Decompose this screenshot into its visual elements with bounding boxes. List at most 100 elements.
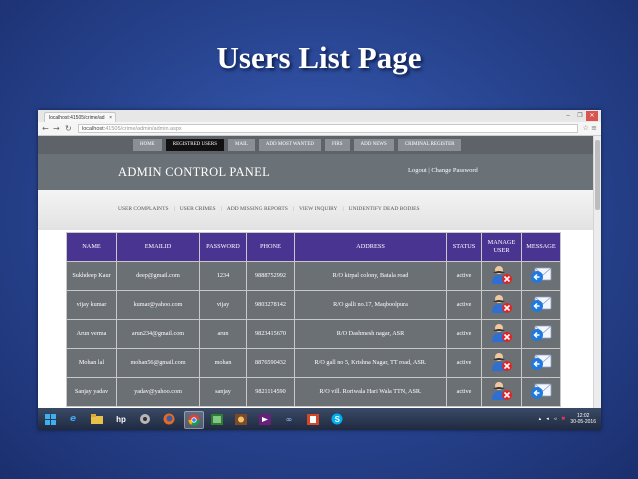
table-row: vijay kumar kumar@yahoo.com vijay 980327… xyxy=(66,290,561,320)
scrollbar-thumb[interactable] xyxy=(595,140,600,210)
clock-date: 30-05-2016 xyxy=(570,419,596,425)
manage-user-cell xyxy=(481,290,522,320)
logout-link[interactable]: Logout xyxy=(408,167,427,174)
url-path: 41505/crime/admin/admin.aspx xyxy=(105,126,182,132)
manage-user-cell xyxy=(481,319,522,349)
nav-add-most-wanted[interactable]: ADD MOST WANTED xyxy=(258,139,321,151)
skype-icon[interactable]: S xyxy=(328,411,346,427)
reply-message-icon[interactable] xyxy=(530,295,552,316)
cell-status: active xyxy=(446,319,482,349)
bookmark-star-icon[interactable]: ☆ ≡ xyxy=(583,123,597,134)
cell-password: sanjay xyxy=(199,377,247,407)
photos-icon[interactable] xyxy=(208,411,226,427)
address-bar: ← → ↻ localhost:41505/crime/admin/admin.… xyxy=(38,122,601,136)
nav-registered-users[interactable]: REGISTRED USERS xyxy=(165,139,225,151)
minimize-icon[interactable]: – xyxy=(562,111,574,121)
col-header-phone: PHONE xyxy=(246,232,295,262)
media-player-icon[interactable] xyxy=(136,411,154,427)
cell-address: R/O gall no 5, Krishna Nagar, TT road, A… xyxy=(294,348,447,378)
users-table: NAME EMAILID PASSWORD PHONE ADDRESS STAT… xyxy=(66,232,561,407)
hp-icon[interactable]: hp xyxy=(112,411,130,427)
reply-message-icon[interactable] xyxy=(530,266,552,287)
nav-criminal-register[interactable]: CRIMINAL REGISTER xyxy=(397,139,462,151)
manage-user-cell xyxy=(481,377,522,407)
internet-explorer-icon[interactable]: e xyxy=(64,411,82,427)
subnav-separator: | xyxy=(220,206,222,212)
subnav-user-complaints[interactable]: USER COMPLAINTS xyxy=(118,206,169,212)
browser-tab[interactable]: localhost:41505/crime/ad × xyxy=(44,112,116,122)
cell-address: R/O Dashmesh nagar, ASR xyxy=(294,319,447,349)
col-header-password: PASSWORD xyxy=(199,232,247,262)
visual-studio-icon[interactable] xyxy=(256,411,274,427)
clock[interactable]: 12:02 30-05-2016 xyxy=(570,413,596,425)
powerpoint-icon[interactable] xyxy=(304,411,322,427)
cell-email: arun234@gmail.com xyxy=(116,319,200,349)
subnav-separator: | xyxy=(342,206,344,212)
reply-message-icon[interactable] xyxy=(530,324,552,345)
subnav-unidentify-dead-bodies[interactable]: UNIDENTIFY DEAD BODIES xyxy=(349,206,420,212)
system-tray: ▴ ◂ ◃ ✖ 12:02 30-05-2016 xyxy=(539,411,596,427)
change-password-link[interactable]: Change Password xyxy=(431,167,477,174)
subnav-user-crimes[interactable]: USER CRIMES xyxy=(180,206,216,212)
subnav-view-inquiry[interactable]: VIEW INQUIRY xyxy=(299,206,338,212)
reply-message-icon[interactable] xyxy=(530,382,552,403)
message-cell xyxy=(521,319,561,349)
remove-user-icon[interactable] xyxy=(491,265,513,288)
chrome-icon[interactable] xyxy=(184,411,204,429)
forward-icon[interactable]: → xyxy=(53,123,60,134)
cell-name: Sanjay yadav xyxy=(66,377,117,407)
paint-icon[interactable] xyxy=(232,411,250,427)
col-header-name: NAME xyxy=(66,232,117,262)
cell-status: active xyxy=(446,290,482,320)
remove-user-icon[interactable] xyxy=(491,323,513,346)
cell-password: mohan xyxy=(199,348,247,378)
cell-email: yadav@yahoo.com xyxy=(116,377,200,407)
window-close-icon[interactable]: ✕ xyxy=(586,111,598,121)
back-icon[interactable]: ← xyxy=(42,123,49,134)
svg-text:S: S xyxy=(335,415,341,424)
network-icon[interactable]: ◂ xyxy=(546,416,549,422)
page-scrollbar[interactable] xyxy=(593,136,601,408)
reload-icon[interactable]: ↻ xyxy=(65,123,72,134)
flag-icon[interactable]: ✖ xyxy=(561,416,565,422)
nav-firs[interactable]: FIRS xyxy=(324,139,350,151)
volume-icon[interactable]: ◃ xyxy=(554,416,557,422)
remove-user-icon[interactable] xyxy=(491,294,513,317)
manage-user-cell xyxy=(481,348,522,378)
subnav-separator: | xyxy=(292,206,294,212)
url-host: localhost: xyxy=(82,126,106,132)
url-input[interactable]: localhost:41505/crime/admin/admin.aspx xyxy=(78,124,578,133)
panel-header: ADMIN CONTROL PANEL Logout | Change Pass… xyxy=(38,154,594,190)
cell-name: Mohan lal xyxy=(66,348,117,378)
tab-close-icon[interactable]: × xyxy=(109,113,112,122)
nav-add-news[interactable]: ADD NEWS xyxy=(353,139,394,151)
tray-expand-icon[interactable]: ▴ xyxy=(539,416,542,422)
connect-icon[interactable]: ∞ xyxy=(280,411,298,427)
nav-home[interactable]: HOME xyxy=(133,139,162,151)
firefox-icon[interactable] xyxy=(160,411,178,427)
nav-mail[interactable]: MAIL xyxy=(228,139,255,151)
slide-title: Users List Page xyxy=(216,40,422,75)
cell-email: deep@gmail.com xyxy=(116,261,200,291)
start-icon[interactable] xyxy=(41,411,59,427)
cell-password: 1234 xyxy=(199,261,247,291)
cell-email: kumar@yahoo.com xyxy=(116,290,200,320)
web-page: HOME REGISTRED USERS MAIL ADD MOST WANTE… xyxy=(38,136,594,408)
table-row: Arun verma arun234@gmail.com arun 982341… xyxy=(66,319,561,349)
table-row: Sanjay yadav yadav@yahoo.com sanjay 9821… xyxy=(66,377,561,407)
file-explorer-icon[interactable] xyxy=(88,411,106,427)
table-header-row: NAME EMAILID PASSWORD PHONE ADDRESS STAT… xyxy=(66,232,561,262)
table-row: Mohan lal mohan56@gmail.com mohan 887659… xyxy=(66,348,561,378)
remove-user-icon[interactable] xyxy=(491,381,513,404)
table-row: Sukhdeep Kaur deep@gmail.com 1234 988875… xyxy=(66,261,561,291)
col-header-address: ADDRESS xyxy=(294,232,447,262)
tab-title: localhost:41505/crime/ad xyxy=(49,115,105,121)
cell-phone: 9821114590 xyxy=(246,377,295,407)
top-navigation: HOME REGISTRED USERS MAIL ADD MOST WANTE… xyxy=(38,136,594,154)
subnav-add-missing-reports[interactable]: ADD MISSING REPORTS xyxy=(227,206,288,212)
remove-user-icon[interactable] xyxy=(491,352,513,375)
cell-address: R/O kirpal colony, Batala road xyxy=(294,261,447,291)
reply-message-icon[interactable] xyxy=(530,353,552,374)
maximize-icon[interactable]: ❐ xyxy=(574,111,586,121)
sub-navigation: USER COMPLAINTS | USER CRIMES | ADD MISSING … xyxy=(38,190,594,230)
